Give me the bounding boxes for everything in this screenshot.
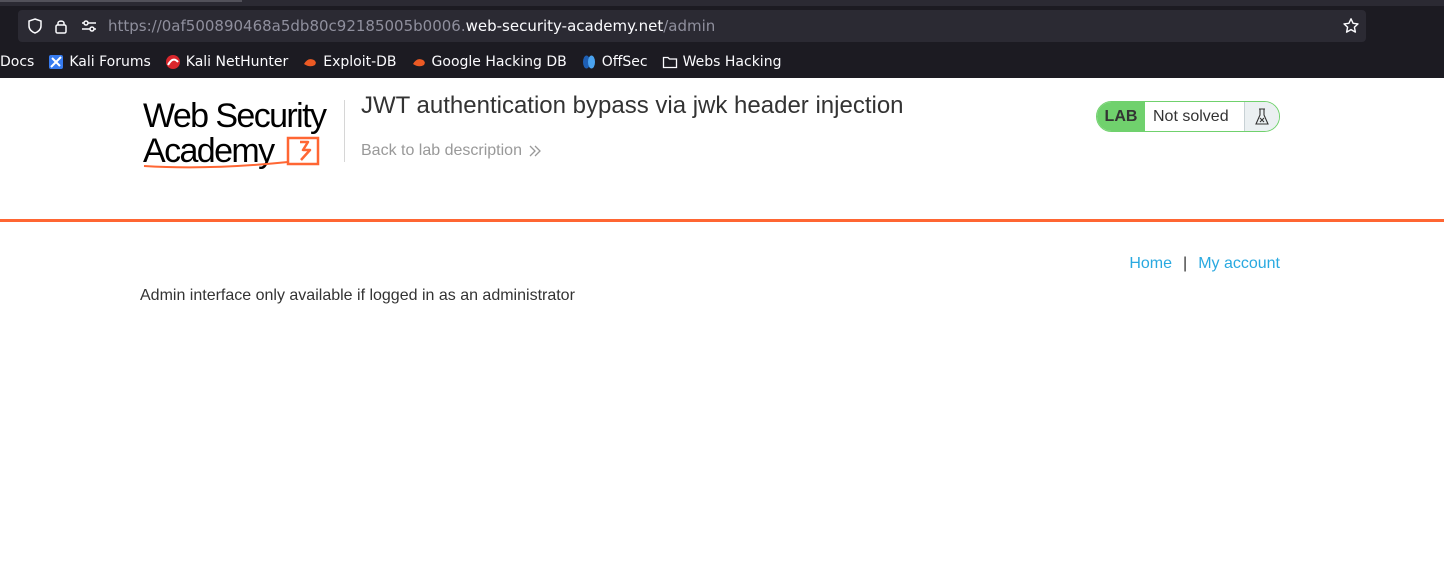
logo-line1: Web Security: [143, 97, 327, 135]
folder-icon: [662, 54, 678, 70]
bookmark-google-hacking-db[interactable]: Google Hacking DB: [411, 54, 567, 70]
lock-icon[interactable]: [52, 17, 70, 35]
header-divider: [344, 100, 345, 162]
permissions-icon[interactable]: [80, 17, 98, 35]
bookmark-star-icon[interactable]: [1342, 17, 1360, 35]
admin-access-message: Admin interface only available if logged…: [140, 287, 575, 304]
address-bar[interactable]: https://0af500890468a5db80c92185005b0006…: [18, 10, 1366, 42]
nav-separator: |: [1183, 255, 1188, 272]
bookmark-label: Docs: [0, 54, 35, 70]
bookmark-folder-webs-hacking[interactable]: Webs Hacking: [662, 54, 782, 70]
bookmark-label: Exploit-DB: [323, 54, 397, 70]
top-nav: Home | My account: [1129, 255, 1280, 273]
kali-forums-icon: [48, 54, 64, 70]
ghdb-icon: [411, 54, 427, 70]
bookmark-exploit-db[interactable]: Exploit-DB: [302, 54, 397, 70]
bookmarks-toolbar: Docs Kali Forums Kali NetHunter Exploit-…: [0, 50, 795, 74]
bookmark-label: Kali NetHunter: [185, 54, 289, 70]
url-text[interactable]: https://0af500890468a5db80c92185005b0006…: [108, 17, 715, 35]
bookmark-kali-nethunter[interactable]: Kali NetHunter: [165, 54, 288, 70]
bookmark-docs[interactable]: Docs: [0, 54, 34, 70]
url-host: web-security-academy.net: [465, 17, 664, 35]
back-to-lab-description-link[interactable]: Back to lab description: [361, 142, 542, 160]
lab-tag: LAB: [1097, 102, 1145, 131]
lab-status: Not solved: [1153, 107, 1229, 125]
logo-flame-icon: [286, 136, 320, 166]
active-tab-indicator: [0, 0, 242, 2]
bookmark-label: Kali Forums: [69, 54, 151, 70]
bookmark-label: OffSec: [601, 54, 648, 70]
back-link-label: Back to lab description: [361, 142, 522, 159]
url-prefix: https://0af500890468a5db80c92185005b0006…: [108, 17, 466, 35]
page-content: Web Security Academy JWT authentication …: [0, 78, 1444, 566]
bookmark-label: Google Hacking DB: [431, 54, 567, 70]
kali-nethunter-icon: [165, 54, 181, 70]
lab-title: JWT authentication bypass via jwk header…: [361, 92, 904, 119]
browser-chrome: https://0af500890468a5db80c92185005b0006…: [0, 0, 1444, 78]
offsec-icon: [581, 54, 597, 70]
bookmark-label: Webs Hacking: [682, 54, 782, 70]
double-chevron-right-icon: [529, 145, 541, 157]
nav-home-link[interactable]: Home: [1129, 255, 1172, 273]
header-accent-rule: [0, 219, 1444, 222]
flask-icon: [1244, 102, 1279, 131]
exploit-db-icon: [302, 54, 318, 70]
bookmark-kali-forums[interactable]: Kali Forums: [48, 54, 151, 70]
bookmark-offsec[interactable]: OffSec: [581, 54, 648, 70]
nav-my-account-link[interactable]: My account: [1198, 255, 1280, 273]
web-security-academy-logo[interactable]: Web Security Academy: [140, 96, 340, 172]
url-path: /admin: [663, 17, 716, 35]
shield-icon[interactable]: [26, 17, 44, 35]
lab-status-badge: LAB Not solved: [1096, 101, 1280, 132]
